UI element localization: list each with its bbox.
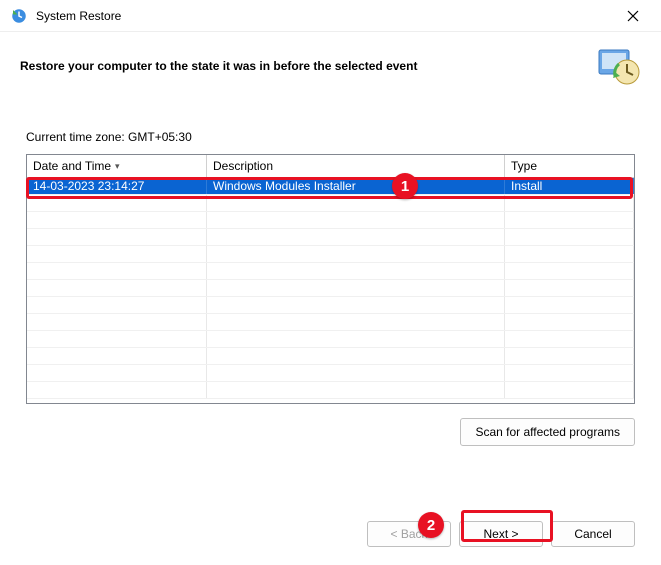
cell-date: 14-03-2023 23:14:27 bbox=[27, 178, 207, 194]
wizard-footer: < Back Next > Cancel bbox=[0, 503, 661, 565]
annotation-marker-2: 2 bbox=[418, 512, 444, 538]
table-header: Date and Time ▾ Description Type bbox=[27, 155, 634, 178]
header-row: Restore your computer to the state it wa… bbox=[0, 32, 661, 102]
window-title: System Restore bbox=[36, 9, 615, 23]
column-date[interactable]: Date and Time ▾ bbox=[27, 155, 207, 177]
restore-points-table[interactable]: Date and Time ▾ Description Type 14-03-2… bbox=[26, 154, 635, 404]
scan-affected-button[interactable]: Scan for affected programs bbox=[460, 418, 635, 446]
column-type[interactable]: Type bbox=[505, 155, 634, 177]
table-body: 14-03-2023 23:14:27 Windows Modules Inst… bbox=[27, 178, 634, 403]
column-date-label: Date and Time bbox=[33, 159, 111, 173]
next-button[interactable]: Next > bbox=[459, 521, 543, 547]
column-type-label: Type bbox=[511, 159, 537, 173]
cell-description: Windows Modules Installer bbox=[207, 178, 505, 194]
cell-type: Install bbox=[505, 178, 634, 194]
cancel-button[interactable]: Cancel bbox=[551, 521, 635, 547]
close-icon bbox=[627, 10, 639, 22]
column-description[interactable]: Description bbox=[207, 155, 505, 177]
column-desc-label: Description bbox=[213, 159, 273, 173]
system-restore-icon bbox=[10, 7, 28, 25]
table-row[interactable]: 14-03-2023 23:14:27 Windows Modules Inst… bbox=[27, 178, 634, 195]
page-title: Restore your computer to the state it wa… bbox=[20, 59, 583, 73]
restore-clock-icon bbox=[593, 42, 641, 90]
timezone-label: Current time zone: GMT+05:30 bbox=[26, 130, 635, 144]
annotation-marker-1: 1 bbox=[392, 173, 418, 199]
close-button[interactable] bbox=[615, 2, 651, 30]
titlebar: System Restore bbox=[0, 0, 661, 32]
sort-desc-icon: ▾ bbox=[115, 161, 120, 172]
